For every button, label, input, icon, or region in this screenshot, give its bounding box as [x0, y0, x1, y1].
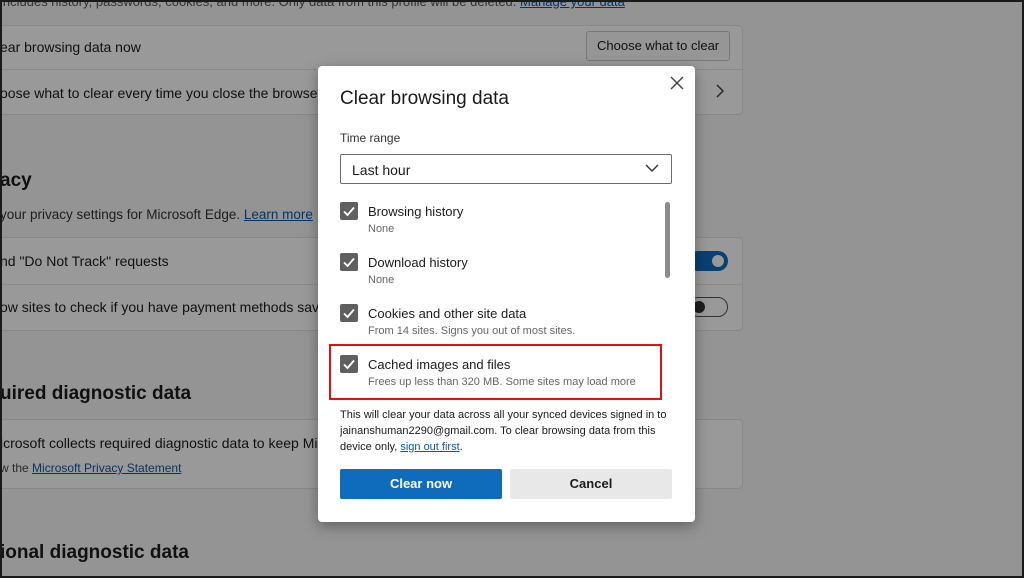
checkmark-icon [343, 257, 355, 268]
scrollbar-thumb[interactable] [665, 202, 670, 278]
sign-out-link[interactable]: sign out first [400, 441, 459, 453]
clear-browsing-data-dialog: Clear browsing data Time range Last hour… [318, 66, 695, 522]
close-icon[interactable] [666, 72, 688, 94]
browsing-history-option[interactable]: Browsing history None [340, 202, 640, 248]
option-subtitle: None [368, 274, 395, 286]
download-history-option[interactable]: Download history None [340, 253, 640, 299]
time-range-value: Last hour [352, 162, 411, 178]
checkbox-checked[interactable] [340, 304, 358, 322]
chevron-down-icon [645, 164, 659, 172]
option-title: Download history [368, 255, 468, 270]
sync-info-text: This will clear your data across all you… [340, 409, 667, 453]
clear-now-button[interactable]: Clear now [340, 469, 502, 499]
time-range-select[interactable]: Last hour [340, 154, 672, 184]
option-subtitle: None [368, 223, 395, 235]
checkbox-checked[interactable] [340, 253, 358, 271]
option-title: Cookies and other site data [368, 306, 527, 321]
checkmark-icon [343, 206, 355, 217]
highlight-box [329, 344, 662, 400]
checkbox-checked[interactable] [340, 202, 358, 220]
option-title: Browsing history [368, 204, 464, 219]
cancel-button[interactable]: Cancel [510, 469, 672, 499]
time-range-label: Time range [340, 131, 401, 145]
dialog-title: Clear browsing data [340, 88, 509, 109]
option-subtitle: From 14 sites. Signs you out of most sit… [368, 325, 576, 337]
checkmark-icon [343, 308, 355, 319]
